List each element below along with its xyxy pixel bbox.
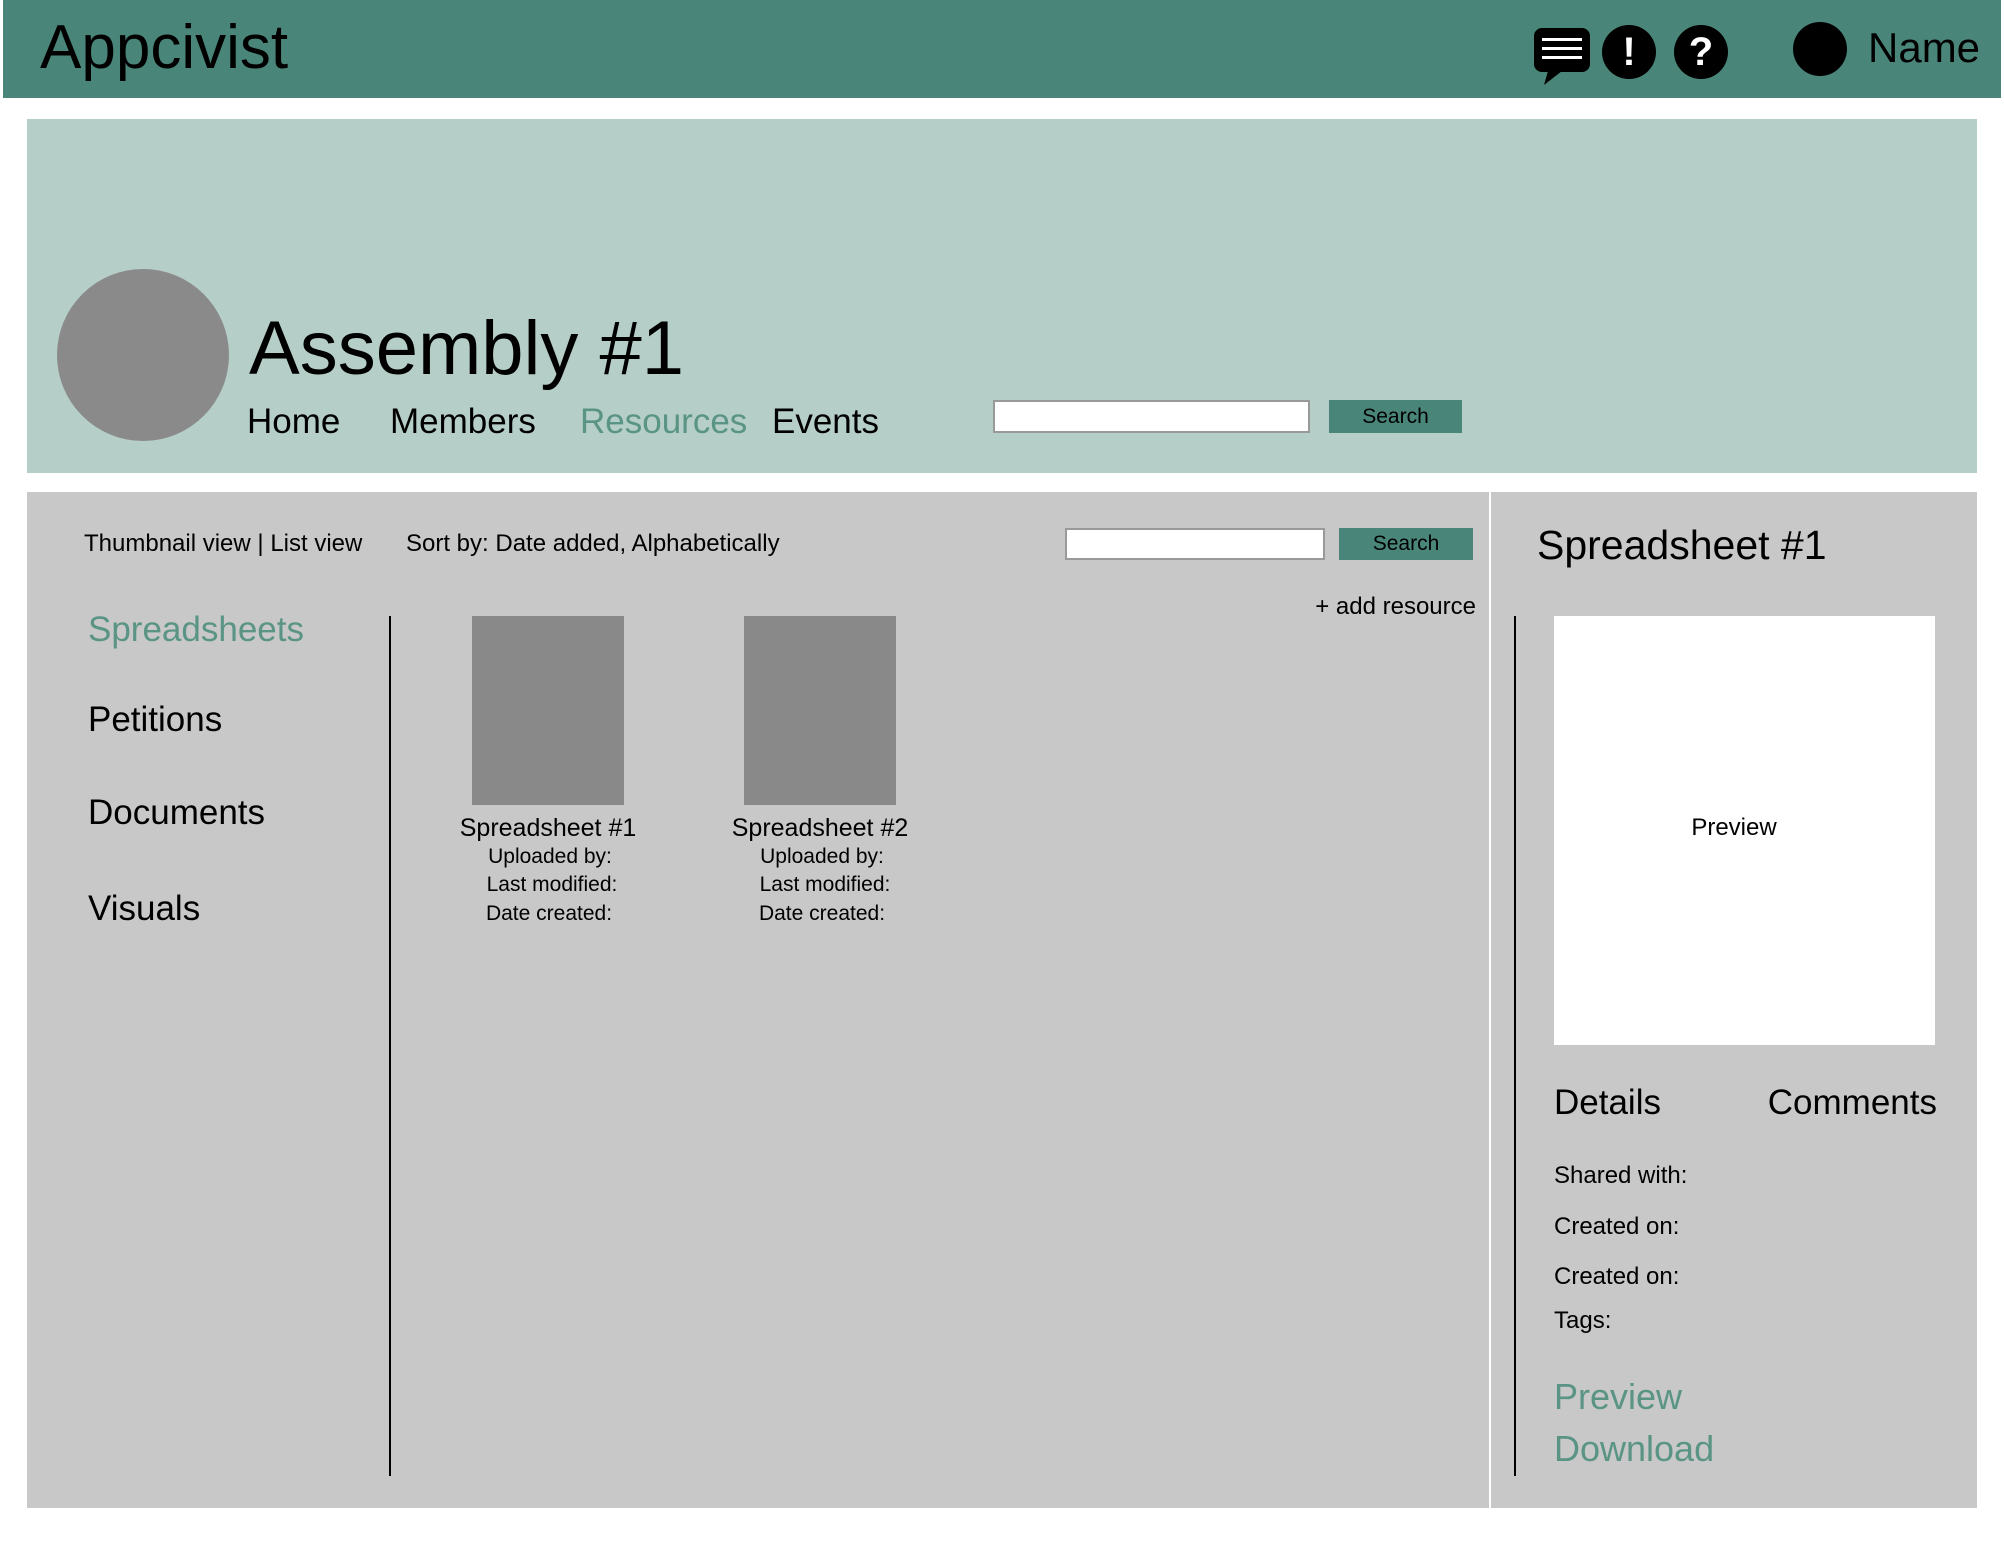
resource-last-modified: Last modified: [486, 873, 618, 896]
tab-details[interactable]: Details [1554, 1083, 1661, 1123]
resource-date-created: Date created: [758, 902, 886, 925]
sort-options[interactable]: Sort by: Date added, Alphabetically [406, 530, 780, 558]
resource-title[interactable]: Spreadsheet #1 [460, 814, 637, 843]
category-petitions[interactable]: Petitions [88, 700, 222, 740]
user-avatar[interactable] [1793, 22, 1847, 76]
thumbnail-view-toggle[interactable]: Thumbnail view [84, 530, 251, 557]
nav-events[interactable]: Events [772, 402, 879, 442]
resource-search-button[interactable]: Search [1339, 528, 1473, 560]
add-resource-link[interactable]: + add resource [1315, 593, 1476, 621]
divider [389, 616, 391, 1476]
created-on-field: Created on: [1554, 1263, 1680, 1290]
view-separator: | [257, 530, 264, 557]
tab-comments[interactable]: Comments [1768, 1083, 1937, 1123]
user-name[interactable]: Name [1868, 24, 1980, 72]
resource-thumbnail[interactable] [472, 616, 624, 805]
resource-title[interactable]: Spreadsheet #2 [732, 814, 909, 843]
tags-field: Tags: [1554, 1307, 1612, 1334]
assembly-title: Assembly #1 [249, 306, 685, 391]
alert-icon[interactable]: ! [1602, 25, 1656, 79]
assembly-search-input[interactable] [993, 400, 1310, 433]
resource-uploaded-by: Uploaded by: [760, 845, 884, 868]
category-spreadsheets[interactable]: Spreadsheets [88, 610, 304, 650]
preview-label: Preview [1691, 814, 1777, 841]
preview-link[interactable]: Preview [1554, 1376, 1682, 1418]
download-link[interactable]: Download [1554, 1428, 1714, 1470]
help-icon[interactable]: ? [1674, 25, 1728, 79]
detail-title: Spreadsheet #1 [1537, 522, 1827, 568]
nav-members[interactable]: Members [390, 402, 536, 442]
resource-thumbnail[interactable] [744, 616, 896, 805]
divider [1514, 616, 1516, 1476]
chat-icon[interactable] [1534, 28, 1590, 85]
created-on-field: Created on: [1554, 1213, 1680, 1240]
nav-resources[interactable]: Resources [580, 402, 747, 442]
resource-date-created: Date created: [485, 902, 613, 925]
app-logo[interactable]: Appcivist [40, 12, 288, 83]
nav-home[interactable]: Home [247, 402, 340, 442]
assembly-avatar [57, 269, 229, 441]
resource-uploaded-by: Uploaded by: [488, 845, 612, 868]
category-visuals[interactable]: Visuals [88, 889, 200, 929]
shared-with-field: Shared with: [1554, 1162, 1688, 1189]
assembly-search-button[interactable]: Search [1329, 400, 1462, 433]
resource-search-input[interactable] [1065, 528, 1325, 560]
category-documents[interactable]: Documents [88, 793, 265, 833]
list-view-toggle[interactable]: List view [270, 530, 362, 557]
resource-last-modified: Last modified: [759, 873, 891, 896]
